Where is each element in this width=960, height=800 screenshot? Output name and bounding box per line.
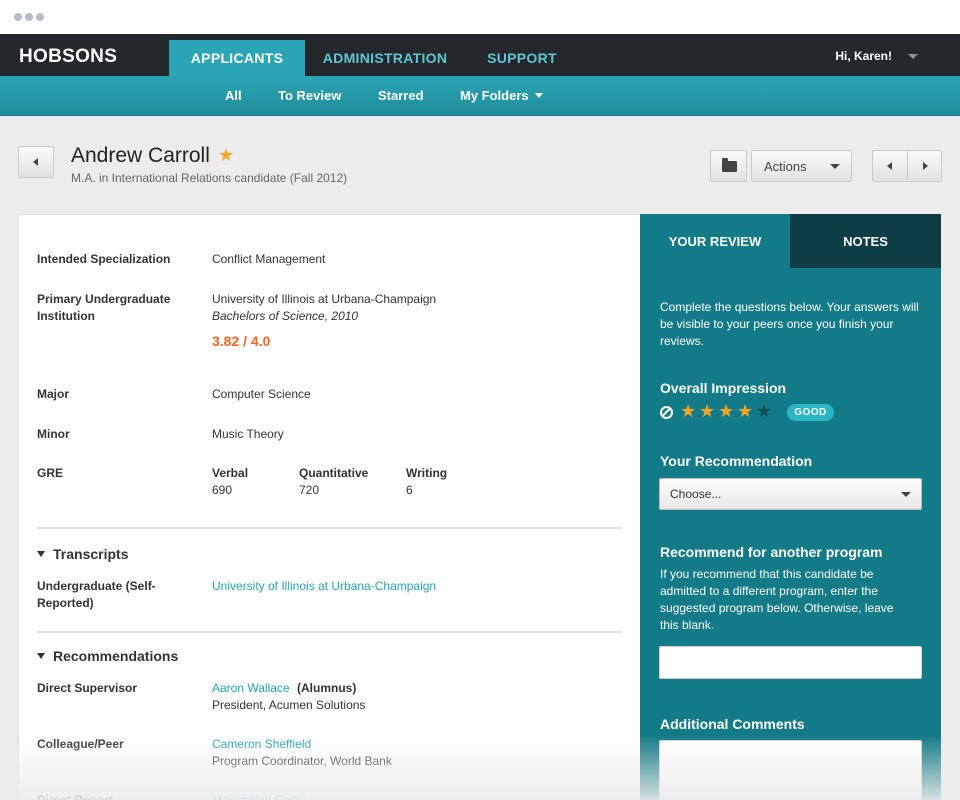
other-program-heading: Recommend for another program bbox=[660, 544, 883, 560]
recommender-title: President, Acumen Solutions bbox=[212, 698, 366, 712]
window-dot-icon bbox=[14, 13, 22, 21]
recommender-note: (Alumnus) bbox=[297, 681, 357, 695]
other-program-input[interactable] bbox=[659, 646, 922, 679]
divider bbox=[37, 631, 622, 633]
next-icon[interactable] bbox=[923, 162, 928, 170]
rating-star-icon[interactable]: ★ bbox=[718, 401, 734, 422]
tab-notes[interactable]: NOTES bbox=[790, 214, 941, 268]
transcripts-heading[interactable]: Transcripts bbox=[53, 546, 128, 562]
actions-label: Actions bbox=[764, 159, 807, 174]
minor-label: Minor bbox=[37, 427, 70, 441]
divider bbox=[37, 527, 622, 529]
window-dot-icon bbox=[25, 13, 33, 21]
gre-writing-score: 6 bbox=[406, 483, 413, 497]
gre-verbal-score: 690 bbox=[212, 483, 233, 497]
prev-icon[interactable] bbox=[887, 162, 892, 170]
window-dot-icon bbox=[36, 13, 44, 21]
tab-applicants[interactable]: APPLICANTS bbox=[169, 40, 305, 76]
star-icon[interactable]: ★ bbox=[218, 145, 234, 166]
chevron-down-icon[interactable] bbox=[908, 54, 918, 59]
recommendation-row-label: Direct Report bbox=[37, 793, 114, 800]
specialization-label: Intended Specialization bbox=[37, 252, 171, 266]
top-navigation: HOBSONS APPLICANTS ADMINISTRATION SUPPOR… bbox=[0, 34, 960, 76]
subnav-all[interactable]: All bbox=[225, 88, 242, 103]
comments-textarea[interactable] bbox=[659, 740, 922, 800]
recommendation-row-label: Direct Supervisor bbox=[37, 681, 138, 695]
chevron-down-icon bbox=[901, 492, 911, 497]
clear-rating-icon[interactable] bbox=[660, 406, 673, 419]
tab-support[interactable]: SUPPORT bbox=[476, 40, 568, 76]
recommendation-row-label: Colleague/Peer bbox=[37, 737, 124, 751]
folder-icon bbox=[722, 158, 737, 172]
tab-administration[interactable]: ADMINISTRATION bbox=[316, 40, 454, 76]
recommender-link[interactable]: Maximillian Colby bbox=[212, 792, 305, 800]
transcript-row-label: Undergraduate (Self-Reported) bbox=[37, 579, 156, 610]
brand-logo[interactable]: HOBSONS bbox=[19, 46, 117, 68]
recommendations-heading[interactable]: Recommendations bbox=[53, 648, 178, 664]
gre-quantitative-label: Quantitative bbox=[299, 466, 369, 480]
chevron-down-icon[interactable] bbox=[535, 93, 543, 98]
major-label: Major bbox=[37, 387, 70, 401]
institution-label: Primary Undergraduate Institution bbox=[37, 292, 171, 323]
tab-your-review[interactable]: YOUR REVIEW bbox=[640, 214, 790, 268]
comments-heading: Additional Comments bbox=[660, 716, 805, 732]
review-intro: Complete the questions below. Your answe… bbox=[660, 300, 919, 348]
recommender-link[interactable]: Aaron Wallace bbox=[212, 680, 290, 697]
recommender-link[interactable]: Cameron Sheffield bbox=[212, 736, 311, 753]
gre-writing-label: Writing bbox=[406, 466, 448, 480]
subnav-starred[interactable]: Starred bbox=[378, 88, 424, 103]
pager-buttons bbox=[872, 150, 942, 182]
gre-label: GRE bbox=[37, 466, 64, 480]
applicant-program: M.A. in International Relations candidat… bbox=[71, 171, 348, 185]
rating-star-icon[interactable]: ★ bbox=[680, 401, 696, 422]
recommendation-heading: Your Recommendation bbox=[660, 453, 813, 469]
folder-button[interactable] bbox=[710, 150, 747, 182]
back-button[interactable] bbox=[18, 146, 54, 178]
triangle-down-icon[interactable] bbox=[37, 653, 45, 659]
gre-verbal-label: Verbal bbox=[212, 466, 249, 480]
user-greeting[interactable]: Hi, Karen! bbox=[835, 49, 892, 63]
gpa-value: 3.82 / 4.0 bbox=[212, 333, 271, 349]
subnav-my-folders[interactable]: My Folders bbox=[460, 88, 529, 103]
review-panel: YOUR REVIEW NOTES Complete the questions… bbox=[640, 214, 941, 800]
rating-badge: GOOD bbox=[787, 404, 834, 421]
institution-value: University of Illinois at Urbana-Champai… bbox=[212, 292, 437, 306]
degree-value: Bachelors of Science, 2010 bbox=[212, 309, 359, 323]
minor-value: Music Theory bbox=[212, 427, 284, 441]
subnav-to-review[interactable]: To Review bbox=[278, 88, 341, 103]
specialization-value: Conflict Management bbox=[212, 252, 326, 266]
recommendation-select-value: Choose... bbox=[670, 487, 722, 501]
applicant-details: Intended Specialization Conflict Managem… bbox=[18, 214, 641, 800]
actions-dropdown[interactable]: Actions bbox=[751, 150, 852, 182]
rating-star-icon[interactable]: ★ bbox=[737, 401, 753, 422]
recommendation-select[interactable]: Choose... bbox=[659, 478, 922, 510]
recommender-title: Program Coordinator, World Bank bbox=[212, 754, 392, 768]
impression-heading: Overall Impression bbox=[660, 380, 787, 396]
applicant-name: Andrew Carroll bbox=[71, 144, 210, 167]
major-value: Computer Science bbox=[212, 387, 311, 401]
rating-star-icon[interactable]: ★ bbox=[699, 401, 715, 422]
other-program-help: If you recommend that this candidate be … bbox=[660, 567, 894, 632]
back-icon bbox=[33, 158, 38, 166]
triangle-down-icon[interactable] bbox=[37, 551, 45, 557]
rating-star-icon[interactable]: ★ bbox=[756, 401, 772, 422]
chevron-down-icon bbox=[830, 164, 840, 169]
transcript-link[interactable]: University of Illinois at Urbana-Champai… bbox=[212, 578, 436, 595]
browser-chrome bbox=[0, 0, 960, 34]
gre-quantitative-score: 720 bbox=[299, 483, 320, 497]
sub-navigation: All To Review Starred My Folders bbox=[0, 76, 960, 116]
divider bbox=[907, 151, 908, 181]
